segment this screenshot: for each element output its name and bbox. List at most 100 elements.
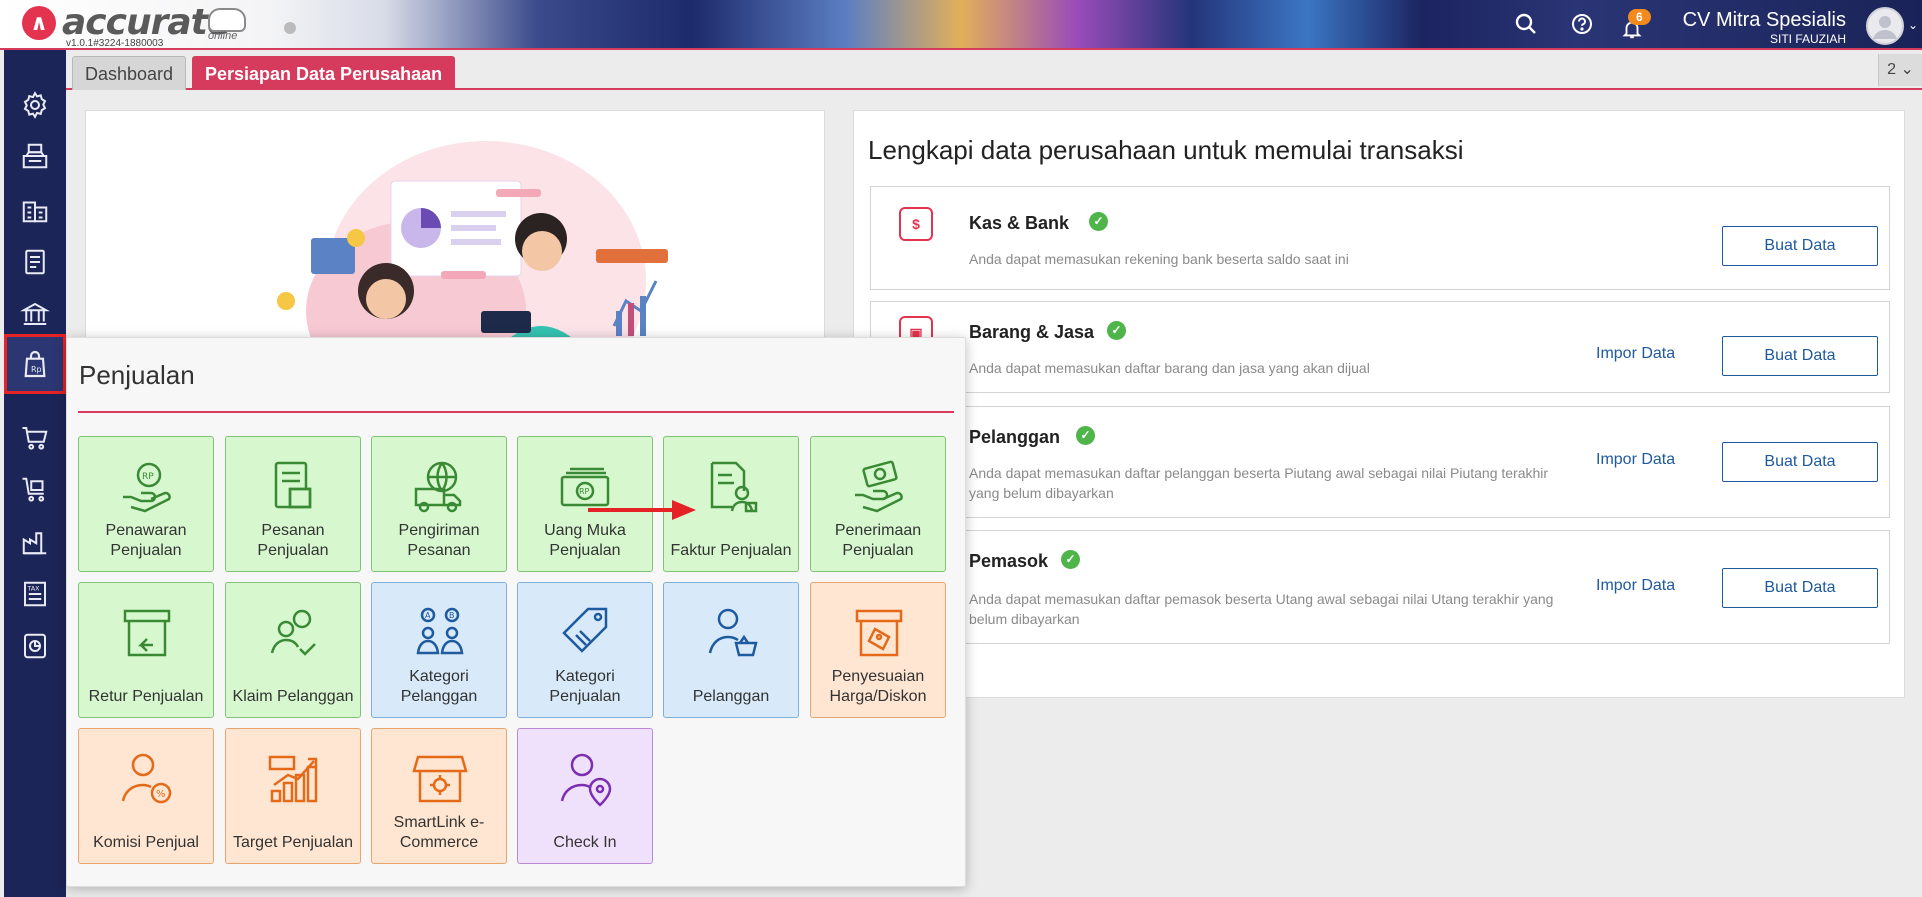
setup-row-pelanggan: Pelanggan ✓ Anda dapat memasukan daftar … [870,406,1890,518]
buat-data-button[interactable]: Buat Data [1722,336,1878,376]
tile-label: Pesanan Penjualan [257,522,329,559]
tile-smartlink-ecommerce[interactable]: SmartLink e-Commerce [371,728,507,864]
invoice-user-icon [710,461,758,513]
bank-icon[interactable] [13,292,57,336]
setup-title: Lengkapi data perusahaan untuk memulai t… [868,135,1464,165]
tile-pelanggan[interactable]: Pelanggan [663,582,799,718]
buat-data-button[interactable]: Buat Data [1722,568,1878,608]
tile-label: Pengiriman Pesanan [398,522,480,559]
tile-label: Faktur Penjualan [670,542,792,559]
tile-komisi-penjual[interactable]: % Komisi Penjual [78,728,214,864]
setup-row-pemasok: Pemasok ✓ Anda dapat memasukan daftar pe… [870,530,1890,644]
user-category-icon: AB [416,607,464,655]
avatar[interactable] [1866,7,1904,45]
buat-data-button[interactable]: Buat Data [1722,226,1878,266]
sales-menu-popup: Penjualan RP Penawaran Penjualan Pesanan… [66,337,966,887]
buildings-icon[interactable] [13,188,57,232]
factory-icon[interactable] [13,520,57,564]
tile-penerimaan-penjualan[interactable]: Penerimaan Penjualan [810,436,946,572]
tile-label: Uang Muka Penjualan [544,522,626,559]
report-chart-icon[interactable] [13,624,57,668]
money-bag-icon: $ [899,207,933,241]
impor-data-link[interactable]: Impor Data [1596,577,1675,595]
customer-basket-icon [708,608,758,657]
tile-check-in[interactable]: Check In [517,728,653,864]
money-hand-icon [855,460,903,513]
tile-kategori-penjualan[interactable]: Kategori Penjualan [517,582,653,718]
tile-label: Target Penjualan [232,834,354,851]
svg-text:A: A [425,611,431,620]
tile-label: Penerimaan Penjualan [834,522,922,559]
setup-panel: Lengkapi data perusahaan untuk memulai t… [853,110,1905,698]
cash-register-icon[interactable] [13,134,57,178]
tile-pesanan-penjualan[interactable]: Pesanan Penjualan [225,436,361,572]
tile-klaim-pelanggan[interactable]: Klaim Pelanggan [225,582,361,718]
row-title: Barang & Jasa [969,322,1095,342]
tile-label: Retur Penjualan [88,688,204,705]
row-title: Pelanggan [969,427,1061,447]
tile-label: Kategori Pelanggan [400,668,478,705]
row-description: Anda dapat memasukan daftar pemasok bese… [969,591,1554,627]
tile-label: Penawaran Penjualan [105,522,187,559]
tile-label: Komisi Penjual [93,834,199,851]
brand-name: accurate [62,2,231,43]
check-icon: ✓ [1076,426,1095,445]
logo-icon[interactable]: ∧ [22,6,56,40]
impor-data-link[interactable]: Impor Data [1596,345,1675,363]
price-adjust-icon [855,609,903,657]
tab-overflow-button[interactable]: 2 ⌄ [1878,54,1922,86]
search-icon[interactable] [1513,12,1539,38]
tile-penyesuaian-harga[interactable]: Penyesuaian Harga/Diskon [810,582,946,718]
impor-data-link[interactable]: Impor Data [1596,451,1675,469]
popup-title: Penjualan [79,360,195,390]
row-description: Anda dapat memasukan daftar pelanggan be… [969,465,1549,501]
annotation-arrow [588,500,696,520]
row-title: Pemasok [969,551,1049,571]
check-icon: ✓ [1089,212,1108,231]
tile-penawaran-penjualan[interactable]: RP Penawaran Penjualan [78,436,214,572]
top-bar: ∧ accurate online v1.0.1#3224-1880003 6 … [0,0,1922,50]
cart-box-icon[interactable] [13,468,57,512]
tile-label: Kategori Penjualan [549,668,621,705]
help-icon[interactable] [1569,12,1595,38]
row-description: Anda dapat memasukan daftar barang dan j… [969,360,1370,376]
tile-target-penjualan[interactable]: Target Penjualan [225,728,361,864]
chevron-down-icon[interactable]: ⌄ [1908,18,1918,32]
status-dot [284,22,296,34]
tab-dashboard[interactable]: Dashboard [72,56,187,90]
buat-data-button[interactable]: Buat Data [1722,442,1878,482]
tile-label: Klaim Pelanggan [232,688,354,705]
ledger-icon[interactable] [13,240,57,284]
sales-bag-icon[interactable]: Rp [4,334,66,394]
tile-label: Pelanggan [692,688,770,705]
version-label: v1.0.1#3224-1880003 [66,38,164,49]
tile-kategori-pelanggan[interactable]: AB Kategori Pelanggan [371,582,507,718]
user-name: SITI FAUZIAH [1769,32,1846,46]
gear-icon[interactable] [13,83,57,127]
row-title: Kas & Bank [969,213,1070,233]
company-name: CV Mitra Spesialis [1682,9,1846,31]
svg-text:Rp: Rp [31,365,42,374]
check-icon: ✓ [1061,550,1080,569]
divider [78,411,954,413]
tax-doc-icon[interactable]: TAX [13,572,57,616]
brand-sub: online [208,30,238,42]
store-gear-icon [412,755,468,803]
target-chart-icon [268,755,318,803]
tab-persiapan-data[interactable]: Persiapan Data Perusahaan [192,56,456,90]
sidebar: Rp TAX [4,50,66,897]
setup-row-kas-bank: $ Kas & Bank ✓ Anda dapat memasukan reke… [870,186,1890,290]
user-percent-icon: % [121,753,172,804]
delivery-truck-icon [414,461,462,513]
check-icon: ✓ [1107,321,1126,340]
setup-row-barang-jasa: ▣ Barang & Jasa ✓ Anda dapat memasukan d… [870,301,1890,393]
cart-icon[interactable] [13,416,57,460]
tile-label: SmartLink e-Commerce [393,814,485,851]
tile-pengiriman-pesanan[interactable]: Pengiriman Pesanan [371,436,507,572]
svg-text:TAX: TAX [27,585,41,592]
tile-retur-penjualan[interactable]: Retur Penjualan [78,582,214,718]
notification-badge: 6 [1628,9,1651,25]
tab-bar: Dashboard Persiapan Data Perusahaan 2 ⌄ [66,52,1922,90]
return-box-icon [123,609,171,657]
tile-label: Penyesuaian Harga/Diskon [829,668,927,705]
